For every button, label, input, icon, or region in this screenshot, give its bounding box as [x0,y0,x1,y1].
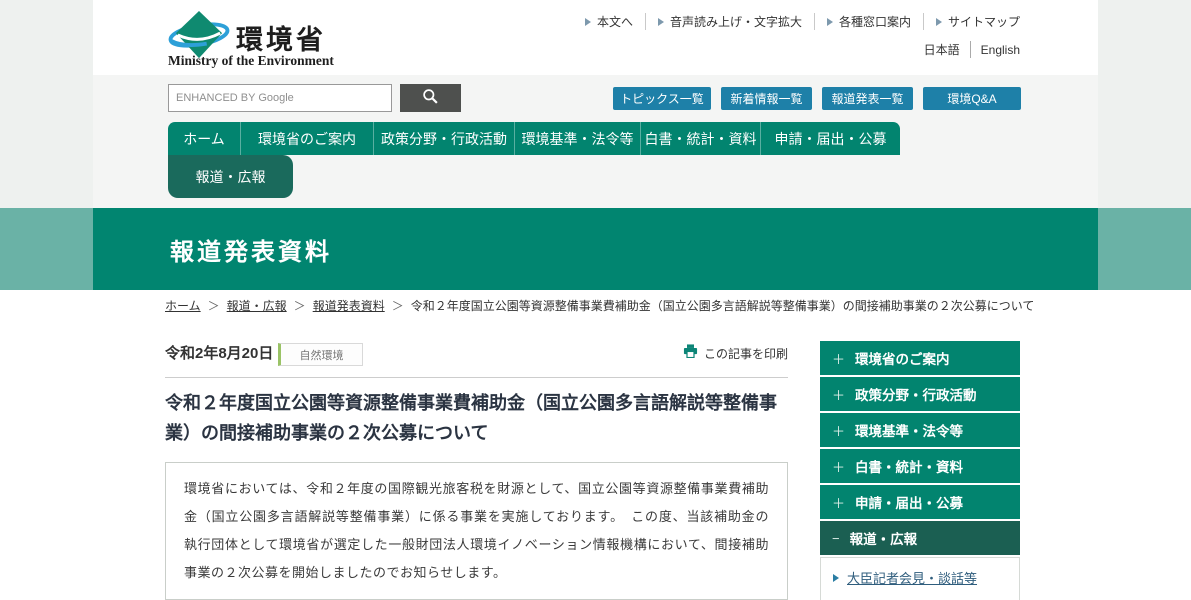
meta-divider [165,377,788,378]
article-title: 令和２年度国立公園等資源整備事業費補助金（国立公園多言語解説等整備事業）の間接補… [165,389,797,448]
language-link[interactable]: English [971,43,1020,57]
sidebar-item-label: 環境基準・法令等 [855,420,963,440]
plus-icon: ＋ [832,349,845,368]
triangle-icon [936,18,942,26]
breadcrumb: ホーム＞報道・広報＞報道発表資料＞令和２年度国立公園等資源整備事業費補助金（国立… [165,297,1025,314]
plus-icon: ＋ [832,385,845,404]
main-nav: ホーム環境省のご案内政策分野・行政活動環境基準・法令等白書・統計・資料申請・届出… [168,122,900,155]
plus-icon: ＋ [832,421,845,440]
utility-link-label: 各種窓口案内 [839,13,911,30]
page-left-margin [0,0,93,208]
utility-link-label: 音声読み上げ・文字拡大 [670,13,802,30]
plus-icon: ＋ [832,493,845,512]
article-body: 環境省においては、令和２年度の国際観光旅客税を財源として、国立公園等資源整備事業… [184,475,769,587]
quick-button[interactable]: 環境Q&A [923,87,1021,110]
article-summary-box: 環境省においては、令和２年度の国際観光旅客税を財源として、国立公園等資源整備事業… [165,462,788,600]
ministry-logo-subtitle: Ministry of the Environment [168,53,334,69]
print-link[interactable]: この記事を印刷 [683,344,788,363]
sidebar-item-label: 申請・届出・公募 [855,492,963,512]
language-link[interactable]: 日本語 [914,41,971,58]
category-tag[interactable]: 自然環境 [278,343,363,366]
utility-link-label: 本文へ [597,13,633,30]
utility-link[interactable]: 各種窓口案内 [815,13,924,30]
nav-item[interactable]: 政策分野・行政活動 [373,122,514,155]
sidebar: ＋ 環境省のご案内 ＋ 政策分野・行政活動 ＋ 環境基準・法令等 ＋ 白書・統計・資料 ＋ 申請・… [820,341,1020,600]
search-icon [422,88,439,108]
plus-icon: ＋ [832,457,845,476]
utility-link[interactable]: サイトマップ [924,13,1020,30]
sidebar-sublink-row: 大臣記者会見・談話等 [833,568,1019,587]
sidebar-menu: ＋ 環境省のご案内 ＋ 政策分野・行政活動 ＋ 環境基準・法令等 ＋ 白書・統計・資料 ＋ 申請・… [820,341,1020,555]
nav-item[interactable]: 環境基準・法令等 [514,122,640,155]
triangle-icon [827,18,833,26]
sidebar-item[interactable]: ＋ 白書・統計・資料 [820,449,1020,483]
triangle-icon [833,574,839,582]
ministry-logo[interactable]: 環境省 Ministry of the Environment [168,8,333,70]
utility-link[interactable]: 音声読み上げ・文字拡大 [646,13,815,30]
triangle-icon [585,18,591,26]
quick-button[interactable]: 新着情報一覧 [721,87,812,110]
article-date: 令和2年8月20日 [165,342,273,363]
printer-icon [683,344,698,363]
sidebar-item[interactable]: ＋ 政策分野・行政活動 [820,377,1020,411]
minus-icon: − [832,531,840,546]
quick-buttons: トピックス一覧新着情報一覧報道発表一覧環境Q&A [613,87,1021,110]
sidebar-item-label: 環境省のご案内 [855,348,950,368]
breadcrumb-current: 令和２年度国立公園等資源整備事業費補助金（国立公園多言語解説等整備事業）の間接補… [411,299,1035,313]
breadcrumb-separator: ＞ [294,299,306,313]
ministry-logo-title: 環境省 [236,18,326,57]
sidebar-sublink[interactable]: 大臣記者会見・談話等 [847,568,977,587]
sidebar-item-label: 報道・広報 [850,528,918,548]
sidebar-item-label: 白書・統計・資料 [855,456,963,476]
nav-item[interactable]: 申請・届出・公募 [760,122,900,155]
search-button[interactable] [400,84,461,112]
nav-item[interactable]: 白書・統計・資料 [640,122,760,155]
sidebar-sublinks: 大臣記者会見・談話等報道発表一覧 [820,557,1020,600]
sidebar-item-label: 政策分野・行政活動 [855,384,977,404]
breadcrumb-separator: ＞ [392,299,404,313]
utility-link-label: サイトマップ [948,13,1020,30]
page-title-band: 報道発表資料 [0,208,1191,290]
triangle-icon [658,18,664,26]
page-title: 報道発表資料 [170,208,332,290]
page-title-band-inner: 報道発表資料 [93,208,1098,290]
language-switch: 日本語English [914,41,1020,58]
breadcrumb-separator: ＞ [208,299,220,313]
subnav-tab-press[interactable]: 報道・広報 [168,155,293,198]
print-label: この記事を印刷 [704,345,788,362]
breadcrumb-link[interactable]: 報道・広報 [227,299,287,313]
article-meta-row: 令和2年8月20日 自然環境 この記事を印刷 [165,340,788,370]
sidebar-item[interactable]: −報道・広報 [820,521,1020,555]
utility-nav: 本文へ 音声読み上げ・文字拡大 各種窓口案内 サイトマップ [573,13,1020,30]
quick-button[interactable]: 報道発表一覧 [822,87,913,110]
quick-button[interactable]: トピックス一覧 [613,87,711,110]
page-right-margin [1098,0,1191,208]
page: 環境省 Ministry of the Environment 本文へ 音声読み上… [0,0,1191,600]
sidebar-item[interactable]: ＋ 申請・届出・公募 [820,485,1020,519]
utility-link[interactable]: 本文へ [573,13,646,30]
sidebar-item[interactable]: ＋ 環境省のご案内 [820,341,1020,375]
nav-item[interactable]: 環境省のご案内 [240,122,373,155]
breadcrumb-link[interactable]: ホーム [165,299,201,313]
breadcrumb-link[interactable]: 報道発表資料 [313,299,385,313]
sidebar-item[interactable]: ＋ 環境基準・法令等 [820,413,1020,447]
nav-item[interactable]: ホーム [168,122,240,155]
search-input[interactable] [168,84,392,112]
